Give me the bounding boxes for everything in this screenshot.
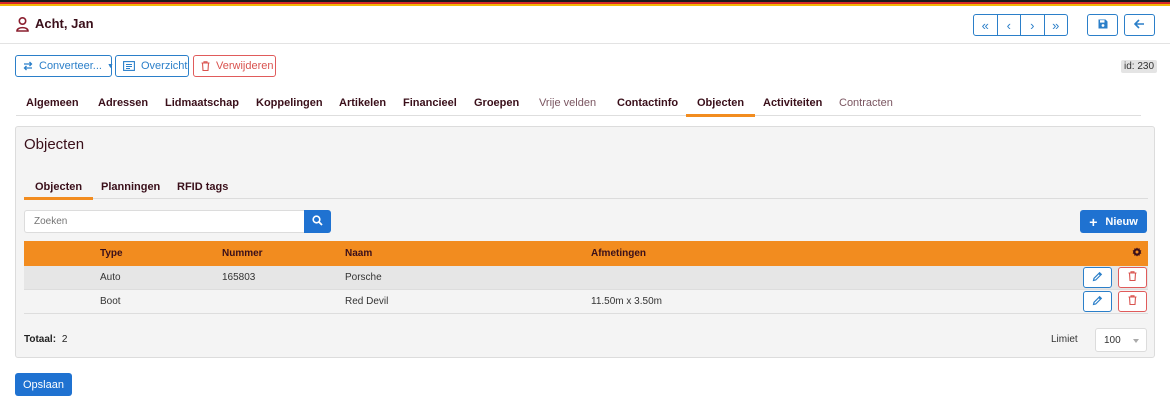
objects-table: Type Nummer Naam Afmetingen Auto 165803 … xyxy=(24,241,1148,314)
objects-panel: Objecten Objecten Planningen RFID tags +… xyxy=(15,126,1155,358)
record-id-badge: id: 230 xyxy=(1121,60,1158,73)
subtab-planningen[interactable]: Planningen xyxy=(101,181,160,193)
previous-page-icon: ‹ xyxy=(1006,17,1011,33)
new-label: Nieuw xyxy=(1105,215,1138,228)
cell-afmetingen: 11.50m x 3.50m xyxy=(591,296,662,307)
arrow-left-icon xyxy=(1133,18,1145,32)
last-page-icon: » xyxy=(1052,17,1060,33)
page-title: Acht, Jan xyxy=(35,16,94,31)
tab-financieel[interactable]: Financieel xyxy=(403,97,457,109)
last-record-button[interactable]: » xyxy=(1043,14,1068,36)
edit-button[interactable] xyxy=(1083,291,1112,312)
tab-activiteiten[interactable]: Activiteiten xyxy=(763,97,822,109)
tab-objecten[interactable]: Objecten xyxy=(685,97,756,117)
plus-icon: + xyxy=(1089,213,1098,230)
column-header-nummer[interactable]: Nummer xyxy=(222,248,263,259)
cell-type: Boot xyxy=(100,296,121,307)
column-header-type[interactable]: Type xyxy=(100,248,123,259)
pencil-icon xyxy=(1092,295,1103,309)
sub-tabs: Objecten Planningen RFID tags xyxy=(23,175,1148,200)
tab-artikelen[interactable]: Artikelen xyxy=(339,97,386,109)
first-record-button[interactable]: « xyxy=(973,14,998,36)
panel-title: Objecten xyxy=(24,136,85,153)
tab-contracten[interactable]: Contracten xyxy=(839,97,893,109)
pencil-icon xyxy=(1092,271,1103,285)
search-input[interactable] xyxy=(24,210,305,233)
cell-nummer: 165803 xyxy=(222,272,256,283)
trash-icon xyxy=(201,61,210,71)
main-tabs: Algemeen Adressen Lidmaatschap Koppeling… xyxy=(16,93,1141,117)
search-button[interactable] xyxy=(304,210,331,233)
overview-label: Overzicht xyxy=(141,60,188,72)
person-icon xyxy=(16,16,29,32)
trash-icon xyxy=(1128,295,1137,308)
first-page-icon: « xyxy=(981,17,989,33)
delete-row-button[interactable] xyxy=(1118,291,1147,312)
tab-koppelingen[interactable]: Koppelingen xyxy=(256,97,323,109)
list-icon xyxy=(123,61,135,71)
convert-label: Converteer... xyxy=(39,60,102,72)
total-label: Totaal: xyxy=(24,334,57,345)
total-count: Totaal: 2 xyxy=(24,334,67,345)
save-icon-button[interactable] xyxy=(1087,14,1118,36)
subtab-objecten[interactable]: Objecten xyxy=(23,181,94,200)
cell-naam: Porsche xyxy=(345,272,382,283)
subtab-rfid-tags[interactable]: RFID tags xyxy=(177,181,228,193)
column-header-naam[interactable]: Naam xyxy=(345,248,372,259)
convert-dropdown-button[interactable]: Converteer... ▼ xyxy=(15,55,114,77)
tab-adressen[interactable]: Adressen xyxy=(98,97,148,109)
next-page-icon: › xyxy=(1030,17,1035,33)
table-row[interactable]: Auto 165803 Porsche xyxy=(24,266,1148,290)
tab-vrije-velden[interactable]: Vrije velden xyxy=(539,97,596,109)
overview-button[interactable]: Overzicht xyxy=(115,55,189,77)
limit-select[interactable]: 100 xyxy=(1095,328,1147,352)
table-header: Type Nummer Naam Afmetingen xyxy=(24,241,1148,266)
edit-button[interactable] xyxy=(1083,267,1112,288)
floppy-disk-icon xyxy=(1098,19,1108,32)
caret-down-icon xyxy=(1133,339,1139,343)
tab-groepen[interactable]: Groepen xyxy=(474,97,519,109)
cell-naam: Red Devil xyxy=(345,296,389,307)
caret-down-icon: ▼ xyxy=(106,62,114,70)
cell-type: Auto xyxy=(100,272,121,283)
limit-label: Limiet xyxy=(1051,334,1078,345)
tab-algemeen[interactable]: Algemeen xyxy=(26,97,79,109)
gear-icon[interactable] xyxy=(1132,247,1142,260)
record-pager: « ‹ › » xyxy=(973,14,1068,36)
delete-row-button[interactable] xyxy=(1118,267,1147,288)
trash-icon xyxy=(1128,271,1137,284)
column-header-afmetingen[interactable]: Afmetingen xyxy=(591,248,646,259)
search-icon xyxy=(312,214,323,229)
swap-arrows-icon xyxy=(23,61,33,71)
delete-button[interactable]: Verwijderen xyxy=(193,55,276,77)
back-button[interactable] xyxy=(1124,14,1155,36)
page-header: Acht, Jan « ‹ › » xyxy=(0,6,1170,44)
next-record-button[interactable]: › xyxy=(1020,14,1045,36)
tab-lidmaatschap[interactable]: Lidmaatschap xyxy=(165,97,239,109)
save-button[interactable]: Opslaan xyxy=(15,373,72,396)
total-value: 2 xyxy=(61,334,68,345)
previous-record-button[interactable]: ‹ xyxy=(996,14,1021,36)
table-row[interactable]: Boot Red Devil 11.50m x 3.50m xyxy=(24,290,1148,314)
tab-contactinfo[interactable]: Contactinfo xyxy=(617,97,678,109)
delete-label: Verwijderen xyxy=(216,60,274,72)
new-object-button[interactable]: + Nieuw xyxy=(1080,210,1147,233)
limit-value: 100 xyxy=(1104,335,1121,346)
